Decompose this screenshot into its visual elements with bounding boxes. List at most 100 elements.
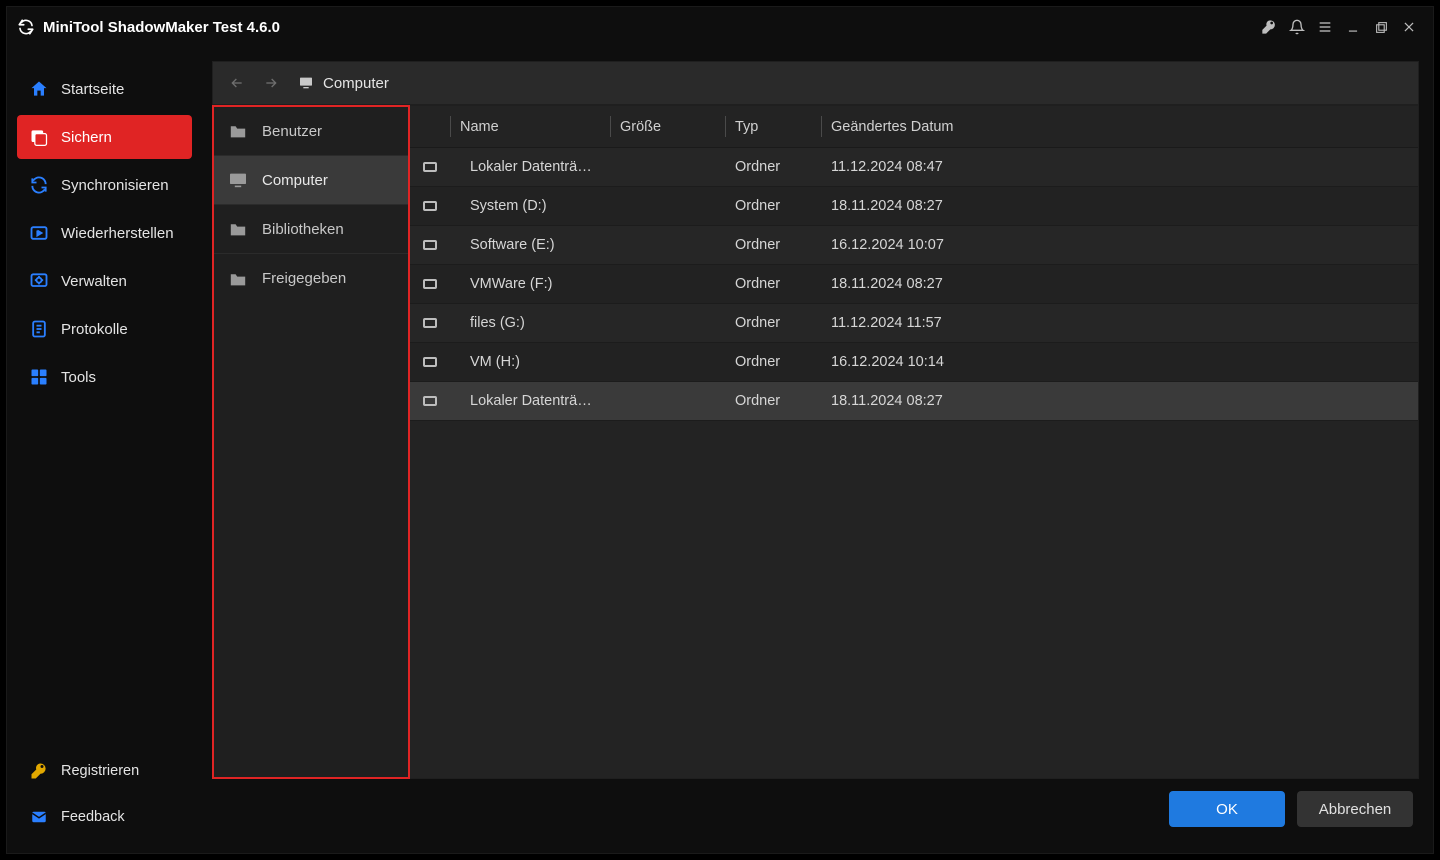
row-name: files (G:) (450, 315, 610, 331)
tree-item-libraries[interactable]: Bibliotheken (214, 205, 408, 254)
row-checkbox[interactable] (410, 279, 450, 289)
row-name: Lokaler Datenträ… (450, 393, 610, 409)
mail-icon (29, 807, 49, 827)
row-checkbox[interactable] (410, 240, 450, 250)
sidebar-item-logs[interactable]: Protokolle (17, 307, 192, 351)
tree-item-label: Benutzer (262, 123, 322, 140)
tree-item-computer[interactable]: Computer (214, 156, 408, 205)
sidebar-item-label: Tools (61, 369, 96, 386)
row-checkbox[interactable] (410, 201, 450, 211)
tree-item-shared[interactable]: Freigegeben (214, 254, 408, 303)
row-date: 18.11.2024 08:27 (821, 393, 1071, 409)
app-body: Startseite Sichern Synchronisieren Wiede… (7, 47, 1433, 853)
row-name: Lokaler Datenträ… (450, 159, 610, 175)
row-name: VM (H:) (450, 354, 610, 370)
row-date: 16.12.2024 10:07 (821, 237, 1071, 253)
col-type[interactable]: Typ (725, 106, 821, 147)
table-row[interactable]: VMWare (F:) Ordner18.11.2024 08:27 (410, 265, 1418, 304)
column-headers: Name Größe Typ Geändertes Datum (410, 106, 1418, 148)
nav-back-button[interactable] (223, 69, 251, 97)
tools-icon (29, 367, 49, 387)
sidebar-item-feedback[interactable]: Feedback (17, 797, 192, 837)
col-date[interactable]: Geändertes Datum (821, 106, 1071, 147)
col-size[interactable]: Größe (610, 106, 725, 147)
footer-buttons: OK Abbrechen (212, 779, 1419, 839)
row-type: Ordner (725, 198, 821, 214)
col-checkbox (410, 106, 450, 147)
row-type: Ordner (725, 315, 821, 331)
sidebar-item-restore[interactable]: Wiederherstellen (17, 211, 192, 255)
sidebar-item-register[interactable]: Registrieren (17, 751, 192, 791)
nav-forward-button[interactable] (257, 69, 285, 97)
maximize-button[interactable] (1367, 13, 1395, 41)
computer-icon (228, 171, 248, 189)
nav-list: Startseite Sichern Synchronisieren Wiede… (17, 67, 192, 399)
tree-item-label: Freigegeben (262, 270, 346, 287)
sidebar-item-label: Startseite (61, 81, 124, 98)
cancel-button[interactable]: Abbrechen (1297, 791, 1413, 827)
file-browser: Benutzer Computer Bibliotheken Frei (212, 105, 1419, 779)
row-checkbox[interactable] (410, 396, 450, 406)
backup-icon (29, 127, 49, 147)
restore-icon (29, 223, 49, 243)
row-name: VMWare (F:) (450, 276, 610, 292)
content-area: Computer Benutzer Computer (212, 61, 1419, 779)
table-row[interactable]: Lokaler Datenträ… Ordner18.11.2024 08:27 (410, 382, 1418, 421)
breadcrumb-bar: Computer (212, 61, 1419, 105)
tree-item-label: Computer (262, 172, 328, 189)
row-name: Software (E:) (450, 237, 610, 253)
notifications-button[interactable] (1283, 13, 1311, 41)
row-date: 18.11.2024 08:27 (821, 276, 1071, 292)
table-row[interactable]: Lokaler Datenträ… Ordner11.12.2024 08:47 (410, 148, 1418, 187)
sidebar-item-label: Verwalten (61, 273, 127, 290)
computer-icon (297, 75, 315, 91)
col-name[interactable]: Name (450, 106, 610, 147)
sidebar-item-sync[interactable]: Synchronisieren (17, 163, 192, 207)
sidebar-item-tools[interactable]: Tools (17, 355, 192, 399)
row-checkbox[interactable] (410, 162, 450, 172)
file-rows: Lokaler Datenträ…Ordner11.12.2024 08:47S… (410, 148, 1418, 778)
logs-icon (29, 319, 49, 339)
row-checkbox[interactable] (410, 318, 450, 328)
row-type: Ordner (725, 276, 821, 292)
row-date: 11.12.2024 08:47 (821, 159, 1071, 175)
sidebar-item-label: Registrieren (61, 763, 139, 779)
app-logo-icon (17, 18, 35, 36)
row-type: Ordner (725, 159, 821, 175)
table-row[interactable]: Software (E:) Ordner16.12.2024 10:07 (410, 226, 1418, 265)
sidebar-item-backup[interactable]: Sichern (17, 115, 192, 159)
breadcrumb-location[interactable]: Computer (297, 75, 389, 92)
window-title: MiniTool ShadowMaker Test 4.6.0 (43, 19, 280, 36)
license-key-button[interactable] (1255, 13, 1283, 41)
row-type: Ordner (725, 237, 821, 253)
row-date: 16.12.2024 10:14 (821, 354, 1071, 370)
tree-item-users[interactable]: Benutzer (214, 107, 408, 156)
row-type: Ordner (725, 393, 821, 409)
sidebar-item-manage[interactable]: Verwalten (17, 259, 192, 303)
sidebar-item-label: Wiederherstellen (61, 225, 174, 242)
main-panel: Computer Benutzer Computer (202, 47, 1433, 853)
minimize-button[interactable] (1339, 13, 1367, 41)
folder-icon (228, 220, 248, 238)
sidebar-item-label: Synchronisieren (61, 177, 169, 194)
tree-panel: Benutzer Computer Bibliotheken Frei (212, 105, 410, 779)
table-row[interactable]: System (D:) Ordner18.11.2024 08:27 (410, 187, 1418, 226)
close-button[interactable] (1395, 13, 1423, 41)
titlebar: MiniTool ShadowMaker Test 4.6.0 (7, 7, 1433, 47)
folder-shared-icon (228, 270, 248, 288)
ok-button[interactable]: OK (1169, 791, 1285, 827)
table-row[interactable]: VM (H:)Ordner16.12.2024 10:14 (410, 343, 1418, 382)
sync-icon (29, 175, 49, 195)
row-date: 18.11.2024 08:27 (821, 198, 1071, 214)
row-name: System (D:) (450, 198, 610, 214)
file-list-panel: Name Größe Typ Geändertes Datum Lokaler … (410, 105, 1419, 779)
sidebar: Startseite Sichern Synchronisieren Wiede… (7, 47, 202, 853)
menu-button[interactable] (1311, 13, 1339, 41)
table-row[interactable]: files (G:)Ordner11.12.2024 11:57 (410, 304, 1418, 343)
sidebar-item-home[interactable]: Startseite (17, 67, 192, 111)
sidebar-item-label: Feedback (61, 809, 125, 825)
row-checkbox[interactable] (410, 357, 450, 367)
home-icon (29, 79, 49, 99)
folder-user-icon (228, 122, 248, 140)
sidebar-item-label: Protokolle (61, 321, 128, 338)
